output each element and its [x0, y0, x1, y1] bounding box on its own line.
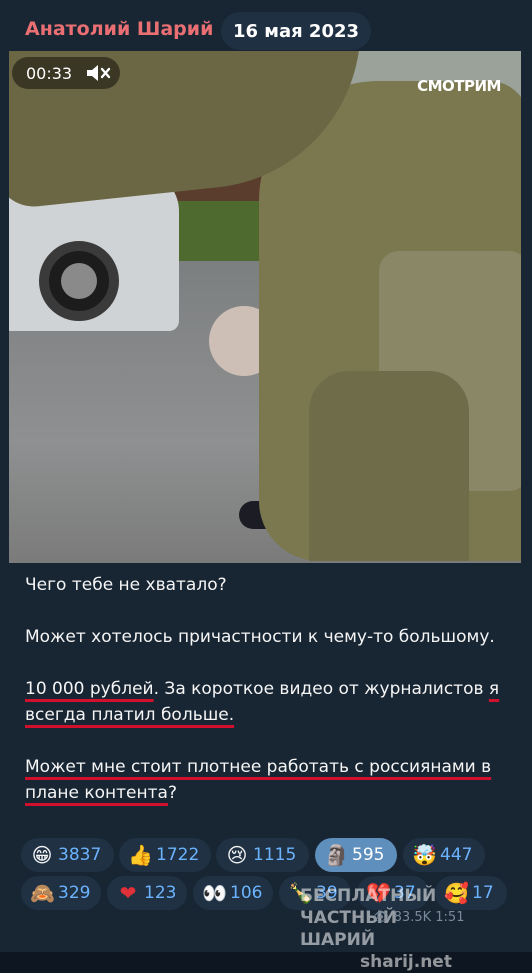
thumbs-up-icon: 👍 [128, 843, 153, 867]
date-badge: 16 мая 2023 [221, 12, 371, 50]
reaction-count: 123 [144, 883, 177, 903]
message-meta: 👁 83.5K 1:51 [373, 910, 464, 925]
message-header: Анатолий Шарий 16 мая 2023 [0, 0, 532, 58]
reaction-chip[interactable]: 👀 106 [193, 876, 273, 910]
video-scene-leg [309, 371, 469, 561]
reaction-chip-selected[interactable]: 🗿 595 [315, 838, 397, 872]
reaction-count: 329 [58, 883, 91, 903]
underlined-text: Может мне стоит плотнее работать с росси… [25, 757, 492, 803]
video-scene-wheel-hub [61, 263, 97, 299]
message-bubble: Анатолий Шарий 16 мая 2023 СМОТРИМ 00:33… [0, 0, 532, 972]
message-paragraph: Может мне стоит плотнее работать с росси… [25, 754, 515, 806]
crying-face-icon: 😢 [226, 843, 248, 867]
underlined-text: 10 000 рублей [25, 679, 154, 699]
reaction-chip[interactable]: 👍 1722 [119, 838, 211, 872]
reaction-chip[interactable]: 🤯 447 [403, 838, 485, 872]
video-duration: 00:33 [26, 63, 73, 83]
reaction-chip[interactable]: 😁 3837 [21, 838, 114, 872]
red-heart-icon: ❤ [119, 881, 137, 905]
watermark-line: ШАРИЙ sharij.net [300, 930, 452, 972]
reaction-chip[interactable]: 🙈 329 [21, 876, 101, 910]
see-no-evil-monkey-icon: 🙈 [30, 881, 55, 905]
reaction-count: 106 [230, 883, 263, 903]
video-time-badge[interactable]: 00:33 [12, 57, 120, 89]
message-time: 1:51 [435, 910, 465, 925]
message-paragraph: 10 000 рублей. За короткое видео от журн… [25, 676, 515, 728]
views-count: 83.5K [393, 910, 432, 925]
reaction-count: 595 [352, 845, 385, 865]
message-line: Может хотелось причастности к чему-то бо… [25, 627, 495, 647]
message-text-span: . За короткое видео от журналистов [153, 679, 489, 699]
moai-icon: 🗿 [324, 843, 349, 867]
author-name[interactable]: Анатолий Шарий [25, 18, 213, 40]
reaction-chip[interactable]: 😢 1115 [216, 838, 309, 872]
reaction-chip[interactable]: ❤ 123 [107, 876, 187, 910]
muted-speaker-icon[interactable] [85, 62, 111, 84]
eye-icon: 👁 [373, 910, 390, 925]
message-line: Чего тебе не хватало? [25, 575, 227, 595]
video-player[interactable]: СМОТРИМ [9, 51, 521, 563]
message-text-span: ? [167, 783, 177, 803]
exploding-head-icon: 🤯 [412, 843, 437, 867]
message-text: Чего тебе не хватало? Может хотелось при… [25, 572, 515, 806]
reaction-count: 447 [440, 845, 473, 865]
reaction-count: 1115 [253, 845, 297, 865]
reaction-count: 1722 [156, 845, 200, 865]
reaction-count: 3837 [58, 845, 102, 865]
grinning-face-icon: 😁 [31, 843, 53, 867]
video-watermark: СМОТРИМ [417, 77, 501, 95]
eyes-icon: 👀 [202, 881, 227, 905]
